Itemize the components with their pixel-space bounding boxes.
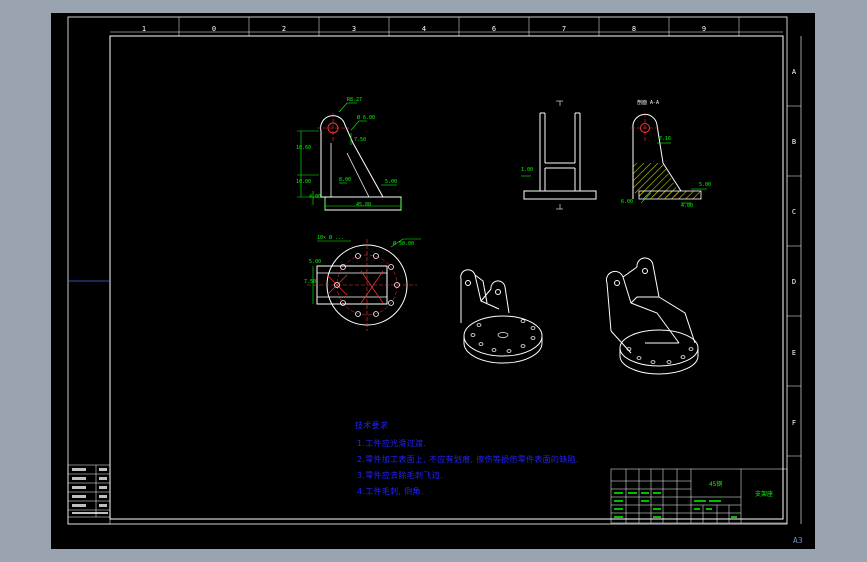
col-marker: 3 — [352, 25, 356, 33]
col-marker: 8 — [632, 25, 636, 33]
dim-label: 4.00 — [681, 203, 693, 209]
dim-label: 45.00 — [356, 202, 371, 208]
revision-table — [67, 464, 111, 525]
outer-frame — [67, 16, 788, 525]
cad-viewport[interactable]: 1 0 2 3 4 6 7 8 9 A B C D E F R8.27 Ø 6.… — [51, 13, 815, 549]
isometric-view-1[interactable] — [460, 269, 543, 364]
dim-label: 4.00 — [309, 194, 321, 200]
dim-label: 5.00 — [699, 182, 711, 188]
tech-req-title: 技术要求 — [355, 421, 389, 430]
col-marker: 4 — [422, 25, 426, 33]
dim-label: 8.00 — [339, 177, 351, 183]
iso2-bolt-holes — [626, 347, 694, 364]
dim-label: 10.60 — [296, 145, 311, 151]
col-marker: 0 — [212, 25, 216, 33]
row-marker: B — [792, 138, 796, 146]
row-marker: A — [792, 68, 797, 76]
col-marker: 1 — [142, 25, 146, 33]
tech-req-item: 1.工件应光滑过渡. — [357, 439, 427, 448]
iso2-flange — [619, 329, 699, 367]
section-base-hatch — [638, 190, 702, 200]
dim-label: 1.00 — [521, 167, 533, 173]
row-marker: F — [792, 419, 796, 427]
row-markers: A B C D E F — [787, 68, 801, 457]
iso1-bolt-holes — [470, 319, 536, 353]
section-label: 剖面 A-A — [637, 99, 659, 106]
sheet-size-label: A3 — [793, 536, 803, 545]
column-markers: 1 0 2 3 4 6 7 8 9 — [142, 17, 740, 36]
dim-label: 6.00 — [621, 199, 633, 205]
row-marker: E — [792, 349, 796, 357]
row-marker: C — [792, 208, 796, 216]
title-part-name: 支架座 — [755, 490, 773, 498]
dim-label: Ø 6.00 — [357, 114, 375, 121]
tech-req-item: 2.零件加工表面上, 不应有划痕, 擦伤等损伤零件表面的缺陷. — [357, 455, 579, 464]
tech-req-item: 3.零件应去除毛刺飞边. — [357, 471, 443, 480]
col-marker: 7 — [562, 25, 566, 33]
col-marker: 2 — [282, 25, 286, 33]
dim-label: 7.16 — [659, 136, 671, 142]
row-marker: D — [792, 278, 796, 286]
side-view[interactable]: 1.00 — [521, 100, 597, 210]
dim-label: 10× Ø ... — [317, 234, 344, 241]
col-marker: 9 — [702, 25, 706, 33]
dim-label: 5.00 — [309, 259, 321, 265]
dim-label: 7.50 — [304, 279, 316, 285]
top-view[interactable]: 10× Ø ... Ø 50.00 5.00 7.50 — [304, 234, 421, 331]
tech-req-item: 4.工件毛刺, 倒角. — [357, 487, 424, 496]
dim-label: R8.27 — [347, 97, 362, 103]
title-material: 45钢 — [709, 480, 722, 488]
front-view[interactable]: R8.27 Ø 6.00 7.50 10.60 10.00 8.00 5.00 … — [296, 97, 402, 211]
iso1-flange — [463, 315, 543, 357]
dim-label: 10.00 — [296, 179, 311, 185]
drawing-canvas: 1 0 2 3 4 6 7 8 9 A B C D E F R8.27 Ø 6.… — [67, 16, 803, 545]
isometric-view-2[interactable] — [605, 257, 699, 375]
inner-frame — [109, 35, 784, 520]
col-marker: 6 — [492, 25, 496, 33]
dim-label: 5.00 — [385, 179, 397, 185]
dim-label: Ø 50.00 — [393, 240, 414, 247]
section-view[interactable]: 剖面 A-A 7.16 5.00 6.00 4.00 — [621, 99, 711, 209]
side-base-plate — [523, 190, 597, 200]
dim-label: 7.50 — [354, 137, 366, 143]
